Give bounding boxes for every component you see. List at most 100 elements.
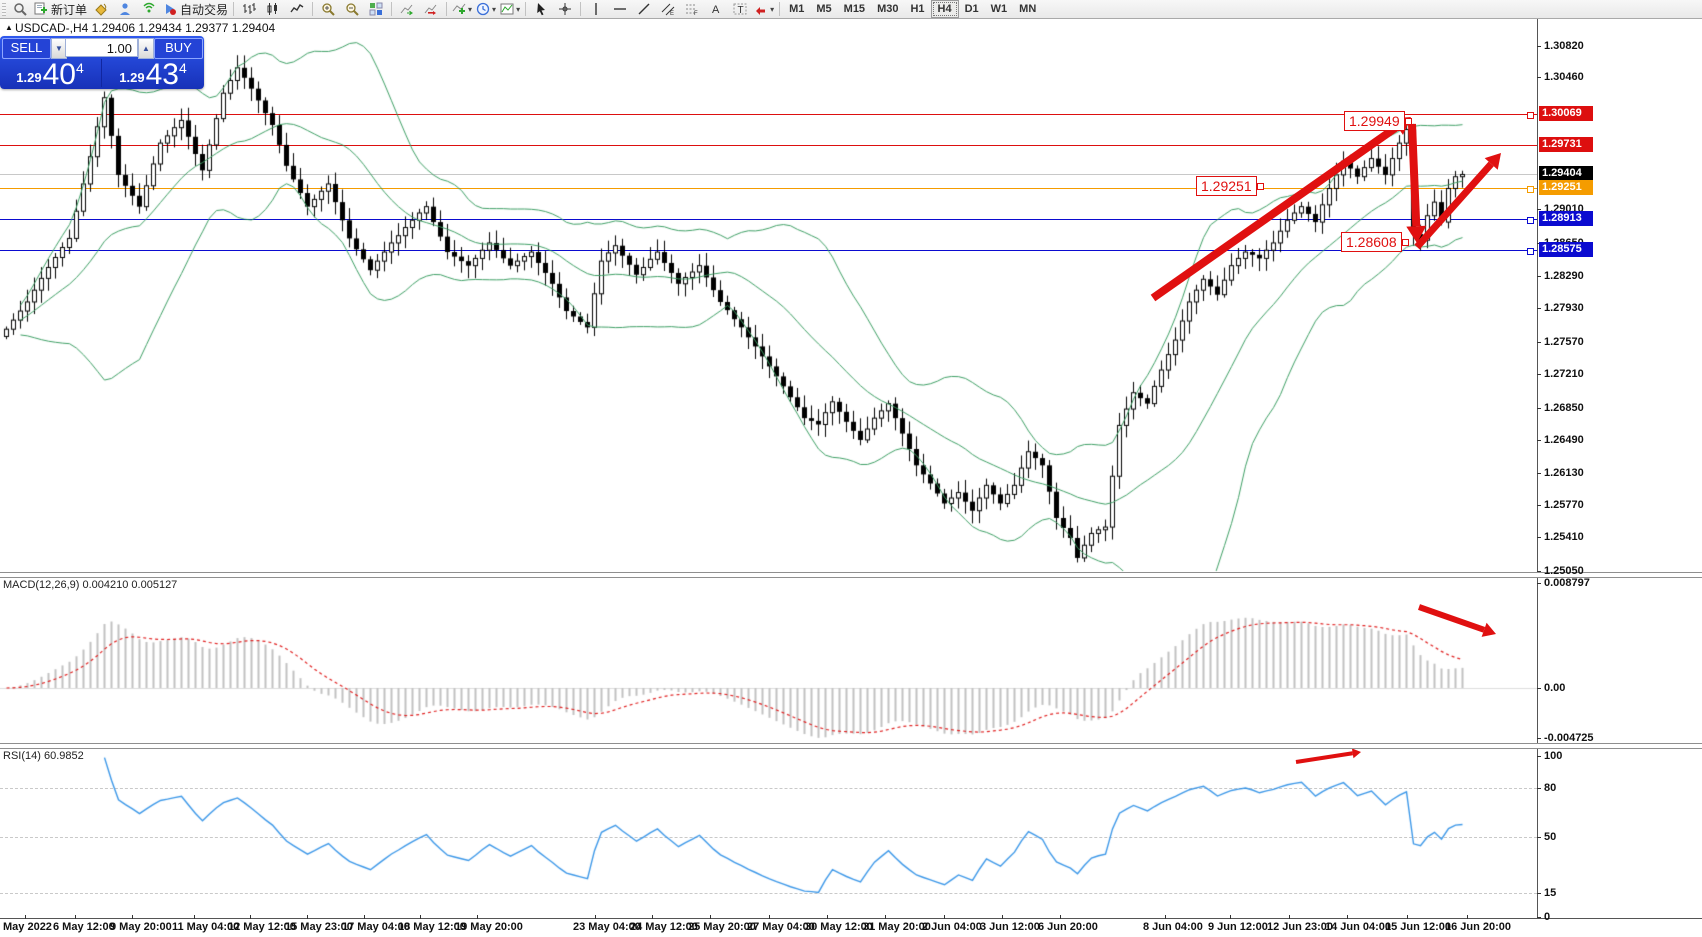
fibo-icon: F bbox=[685, 2, 699, 16]
macd-axis-tick bbox=[1537, 738, 1541, 739]
chart-candles-button[interactable] bbox=[261, 1, 285, 17]
rsi-axis-label: 15 bbox=[1544, 887, 1556, 899]
rsi-axis-label: 50 bbox=[1544, 831, 1556, 843]
toolbar-separator bbox=[391, 2, 392, 16]
horizontal-line-button[interactable] bbox=[608, 1, 632, 17]
rsi-panel-divider[interactable] bbox=[0, 743, 1702, 749]
svg-text:F: F bbox=[694, 11, 698, 16]
price-axis-tick bbox=[1537, 440, 1541, 441]
one-click-trading-panel: SELL ▼ 1.00 ▲ BUY 1.29 40 4 1.29 43 4 bbox=[0, 36, 204, 89]
time-axis-tick bbox=[827, 915, 828, 919]
macd-indicator-label: MACD(12,26,9) 0.004210 0.005127 bbox=[3, 579, 177, 591]
sell-price-sup: 4 bbox=[76, 60, 84, 76]
timeframe-m15-button[interactable]: M15 bbox=[838, 1, 871, 17]
tiles-icon bbox=[369, 2, 383, 16]
vertical-line-button[interactable] bbox=[584, 1, 608, 17]
fibonacci-button[interactable]: F bbox=[680, 1, 704, 17]
chart-line-button[interactable] bbox=[285, 1, 309, 17]
sell-price[interactable]: 1.29 40 4 bbox=[0, 58, 100, 88]
macd-axis-label: -0.004725 bbox=[1544, 732, 1594, 744]
chevron-down-icon[interactable]: ▾ bbox=[492, 5, 496, 14]
auto-scroll-button[interactable] bbox=[395, 1, 419, 17]
one-click-collapse-icon[interactable]: ▲ bbox=[5, 23, 13, 32]
sell-button[interactable]: SELL bbox=[2, 38, 51, 59]
new-order-label: 新订单 bbox=[51, 1, 87, 18]
periods-button[interactable]: ▾ bbox=[474, 1, 498, 17]
crosshair-button[interactable] bbox=[553, 1, 577, 17]
line-handle[interactable] bbox=[1527, 248, 1534, 255]
annotation-handle[interactable] bbox=[1402, 239, 1409, 246]
cursor-button[interactable] bbox=[529, 1, 553, 17]
chevron-down-icon[interactable]: ▾ bbox=[516, 5, 520, 14]
macd-axis-label: 0.008797 bbox=[1544, 577, 1590, 589]
volume-input[interactable]: 1.00 bbox=[65, 38, 138, 57]
price-axis-tick-label: 1.26490 bbox=[1544, 434, 1584, 446]
text-button[interactable]: A bbox=[704, 1, 728, 17]
price-label-mid[interactable]: 1.29251 bbox=[1196, 176, 1257, 196]
time-axis-label: 9 May 20:00 bbox=[110, 921, 172, 933]
time-axis-label: 9 Jun 12:00 bbox=[1208, 921, 1268, 933]
macd-values: 0.004210 0.005127 bbox=[82, 579, 177, 591]
price-axis-tick bbox=[1537, 374, 1541, 375]
symbol-search-button[interactable] bbox=[8, 1, 32, 17]
timeframe-d1-button[interactable]: D1 bbox=[959, 1, 985, 17]
macd-panel-divider[interactable] bbox=[0, 572, 1702, 578]
text-label-button[interactable]: T bbox=[728, 1, 752, 17]
autotrade-button[interactable]: 自动交易 bbox=[161, 1, 230, 17]
annotation-handle[interactable] bbox=[1405, 118, 1412, 125]
volume-increase-button[interactable]: ▲ bbox=[138, 38, 154, 59]
timeframe-mn-button[interactable]: MN bbox=[1013, 1, 1042, 17]
line-handle[interactable] bbox=[1527, 217, 1534, 224]
tile-windows-button[interactable] bbox=[364, 1, 388, 17]
price-tag-1.28575: 1.28575 bbox=[1539, 242, 1593, 257]
zoom-in-button[interactable] bbox=[316, 1, 340, 17]
mt4-window: 新订单自动交易▾▾▾EFAT▾M1M5M15M30H1H4D1W1MN ▲ US… bbox=[0, 0, 1702, 937]
chevron-down-icon[interactable]: ▾ bbox=[468, 5, 472, 14]
arrows-button[interactable]: ▾ bbox=[752, 1, 776, 17]
rsi-axis-label: 100 bbox=[1544, 750, 1562, 762]
timeframe-h4-button[interactable]: H4 bbox=[931, 0, 959, 18]
indicators-button[interactable]: ▾ bbox=[450, 1, 474, 17]
price-axis-tick bbox=[1537, 342, 1541, 343]
candlestick-chart-canvas[interactable] bbox=[0, 0, 1702, 937]
chart-bars-button[interactable] bbox=[237, 1, 261, 17]
time-axis-tick bbox=[710, 915, 711, 919]
styles-button[interactable] bbox=[89, 1, 113, 17]
new-order-button[interactable]: 新订单 bbox=[32, 1, 89, 17]
timeframe-w1-button[interactable]: W1 bbox=[985, 1, 1014, 17]
time-axis-label: May 2022 bbox=[3, 921, 52, 933]
templates-button[interactable]: ▾ bbox=[498, 1, 522, 17]
equidistant-channel-button[interactable]: E bbox=[656, 1, 680, 17]
line-handle[interactable] bbox=[1527, 112, 1534, 119]
timeframe-m30-button[interactable]: M30 bbox=[871, 1, 904, 17]
buy-button[interactable]: BUY bbox=[154, 38, 203, 59]
chart-shift-button[interactable] bbox=[419, 1, 443, 17]
bucket-icon bbox=[94, 2, 108, 16]
trendline-button[interactable] bbox=[632, 1, 656, 17]
time-axis-tick bbox=[1230, 915, 1231, 919]
price-label-low[interactable]: 1.28608 bbox=[1341, 232, 1402, 252]
line-handle[interactable] bbox=[1527, 186, 1534, 193]
price-label-high[interactable]: 1.29949 bbox=[1344, 111, 1405, 131]
chartshift-icon bbox=[424, 2, 438, 16]
timeframe-m5-button[interactable]: M5 bbox=[810, 1, 837, 17]
timeframe-m1-button[interactable]: M1 bbox=[783, 1, 810, 17]
profile-button[interactable] bbox=[113, 1, 137, 17]
chevron-down-icon[interactable]: ▾ bbox=[770, 5, 774, 14]
sell-price-prefix: 1.29 bbox=[16, 70, 41, 85]
annotation-handle[interactable] bbox=[1257, 183, 1264, 190]
timeframe-h1-button[interactable]: H1 bbox=[904, 1, 930, 17]
signals-button[interactable] bbox=[137, 1, 161, 17]
time-axis-label: 2 Jun 04:00 bbox=[922, 921, 982, 933]
channel-icon: E bbox=[661, 2, 675, 16]
time-axis-label: 15 Jun 12:00 bbox=[1385, 921, 1451, 933]
price-axis-tick-label: 1.25050 bbox=[1544, 565, 1584, 577]
time-axis-tick bbox=[25, 915, 26, 919]
price-tag-1.29404: 1.29404 bbox=[1539, 166, 1593, 181]
rsi-axis-tick bbox=[1537, 756, 1541, 757]
buy-price[interactable]: 1.29 43 4 bbox=[103, 58, 203, 88]
rsi-axis-label: 80 bbox=[1544, 782, 1556, 794]
time-axis-tick bbox=[595, 915, 596, 919]
zoom-out-button[interactable] bbox=[340, 1, 364, 17]
time-axis-tick bbox=[1289, 915, 1290, 919]
